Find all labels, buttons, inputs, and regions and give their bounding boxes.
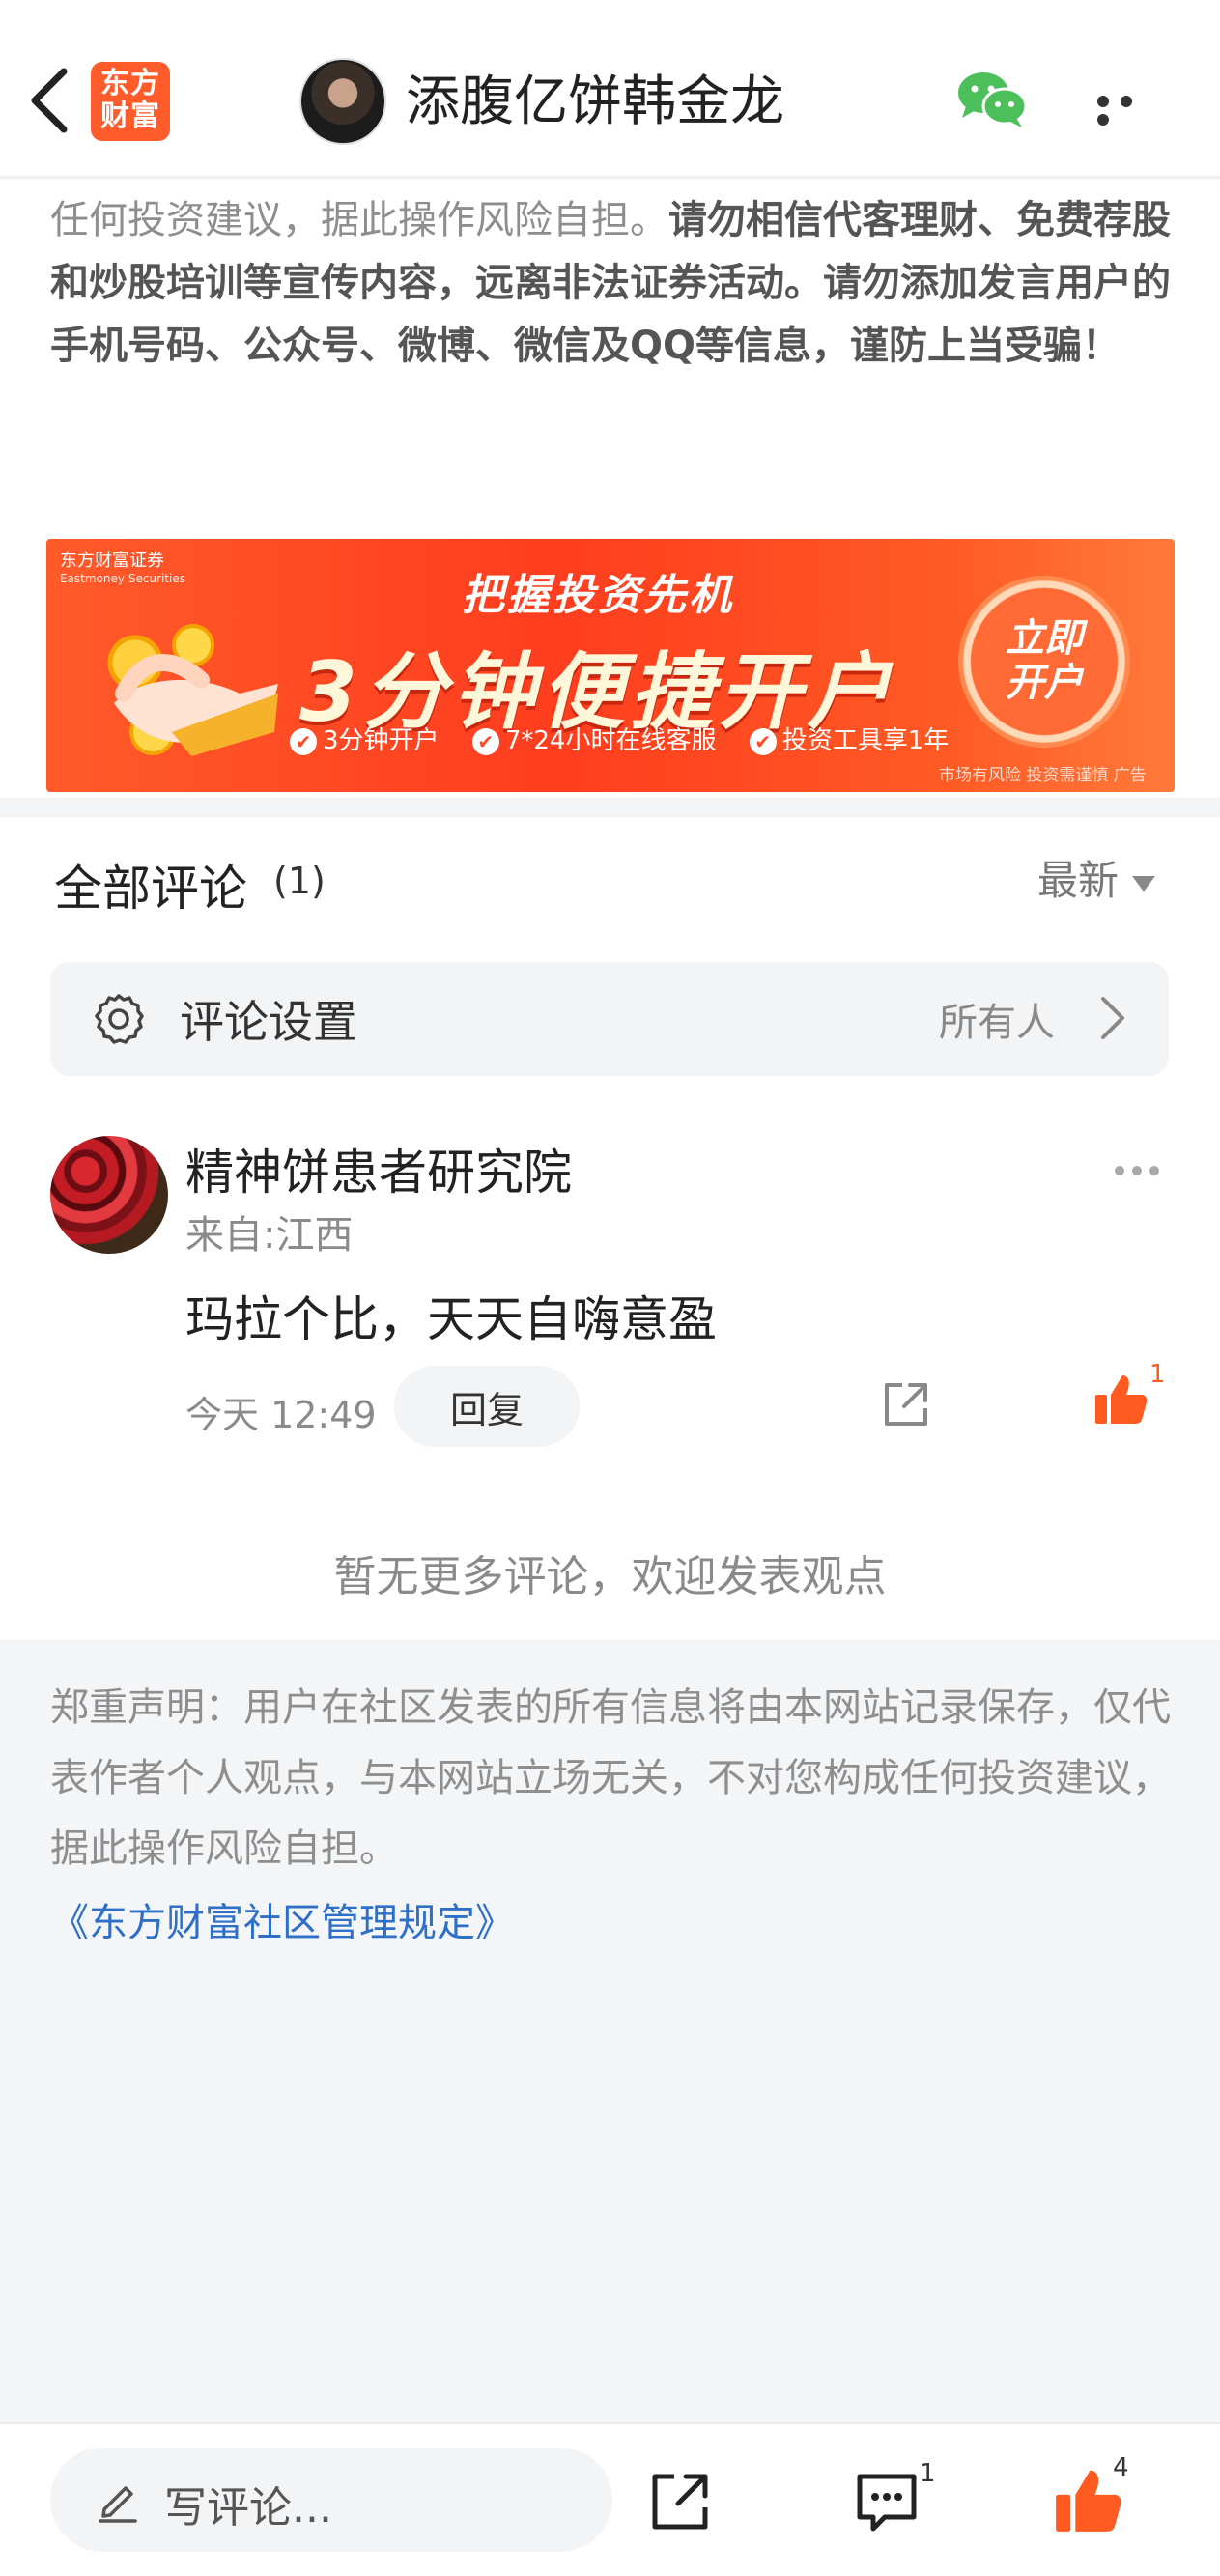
ad-button-line1: 立即 <box>1006 616 1083 661</box>
comment-count-badge: 1 <box>920 2459 936 2488</box>
hand-coins-icon <box>107 624 278 756</box>
write-comment-placeholder: 写评论... <box>164 2483 332 2533</box>
comment-like-count: 1 <box>1149 1360 1166 1389</box>
ad-brand: 东方财富证券 Eastmoney Securities <box>60 547 185 585</box>
commenter-avatar[interactable] <box>50 1136 168 1254</box>
chevron-right-icon <box>1101 997 1124 1039</box>
top-bar: 东方 财富 添腹亿饼韩金龙 <box>0 0 1220 178</box>
legal-disclaimer: 郑重声明：用户在社区发表的所有信息将由本网站记录保存，仅代表作者个人观点，与本网… <box>50 1685 1171 1871</box>
no-more-comments: 暂无更多评论，欢迎发表观点 <box>333 1552 887 1601</box>
community-rules-link[interactable]: 《东方财富社区管理规定》 <box>50 1891 514 1947</box>
comment-time: 今天 12:49 <box>185 1394 377 1436</box>
thumbs-up-icon[interactable] <box>1092 1370 1149 1428</box>
ad-brand-name: 东方财富证券 <box>60 551 164 571</box>
comments-section: 全部评论 (1) 最新 评论设置 所有人 精神饼患者研究院 来自:江西 玛拉个比… <box>0 817 1220 1640</box>
bottom-action-bar: 写评论... 1 4 <box>0 2422 1220 2576</box>
eastmoney-logo[interactable]: 东方 财富 <box>91 62 170 141</box>
comment-text: 玛拉个比，天天自嗨意盈 <box>185 1291 717 1347</box>
ad-feature: 7*24小时在线客服 <box>472 726 717 755</box>
ad-brand-en: Eastmoney Securities <box>60 572 185 585</box>
comments-title: 全部评论 <box>54 861 247 917</box>
ad-button-line2: 开户 <box>1006 661 1083 705</box>
share-icon[interactable] <box>879 1377 933 1431</box>
comments-count: (1) <box>273 860 326 902</box>
comment-settings-row[interactable]: 评论设置 所有人 <box>50 962 1169 1076</box>
ad-footnote: 市场有风险 投资需谨慎 广告 <box>939 766 1147 785</box>
chevron-left-icon[interactable] <box>21 62 79 139</box>
share-icon[interactable] <box>647 2469 713 2534</box>
more-horizontal-icon[interactable] <box>1097 93 1165 126</box>
commenter-location: 来自:江西 <box>185 1213 354 1258</box>
comment-icon[interactable] <box>852 2467 922 2536</box>
notice-normal: 任何投资建议，据此操作风险自担。 <box>50 198 668 242</box>
commenter-name[interactable]: 精神饼患者研究院 <box>185 1134 572 1203</box>
page-title[interactable]: 添腹亿饼韩金龙 <box>406 64 784 141</box>
pencil-icon <box>99 2486 137 2523</box>
account-opening-ad[interactable]: 东方财富证券 Eastmoney Securities 把握投资先机 3分钟便捷开… <box>46 539 1175 792</box>
author-avatar[interactable] <box>299 58 386 145</box>
gear-icon <box>95 994 144 1044</box>
ad-headline-1: 把握投资先机 <box>462 571 734 620</box>
ad-feature: 投资工具享1年 <box>750 726 950 755</box>
comment-settings-label: 评论设置 <box>180 996 357 1048</box>
logo-line2: 财富 <box>100 99 160 133</box>
comment-settings-value: 所有人 <box>939 1001 1055 1045</box>
logo-line1: 东方 <box>100 67 160 100</box>
wechat-icon[interactable] <box>956 70 1030 129</box>
like-count-badge: 4 <box>1113 2453 1129 2482</box>
comment-more-icon[interactable] <box>1115 1161 1173 1175</box>
ad-feature: 3分钟开户 <box>290 726 440 755</box>
reply-button[interactable]: 回复 <box>394 1366 580 1447</box>
write-comment-input[interactable]: 写评论... <box>50 2448 612 2552</box>
sort-dropdown[interactable]: 最新 <box>1037 848 1155 907</box>
ad-features: 3分钟开户 7*24小时在线客服 投资工具享1年 <box>290 721 974 756</box>
open-account-button[interactable]: 立即 开户 <box>958 576 1130 748</box>
risk-notice-text: 任何投资建议，据此操作风险自担。请勿相信代客理财、免费荐股和炒股培训等宣传内容，… <box>50 189 1180 378</box>
